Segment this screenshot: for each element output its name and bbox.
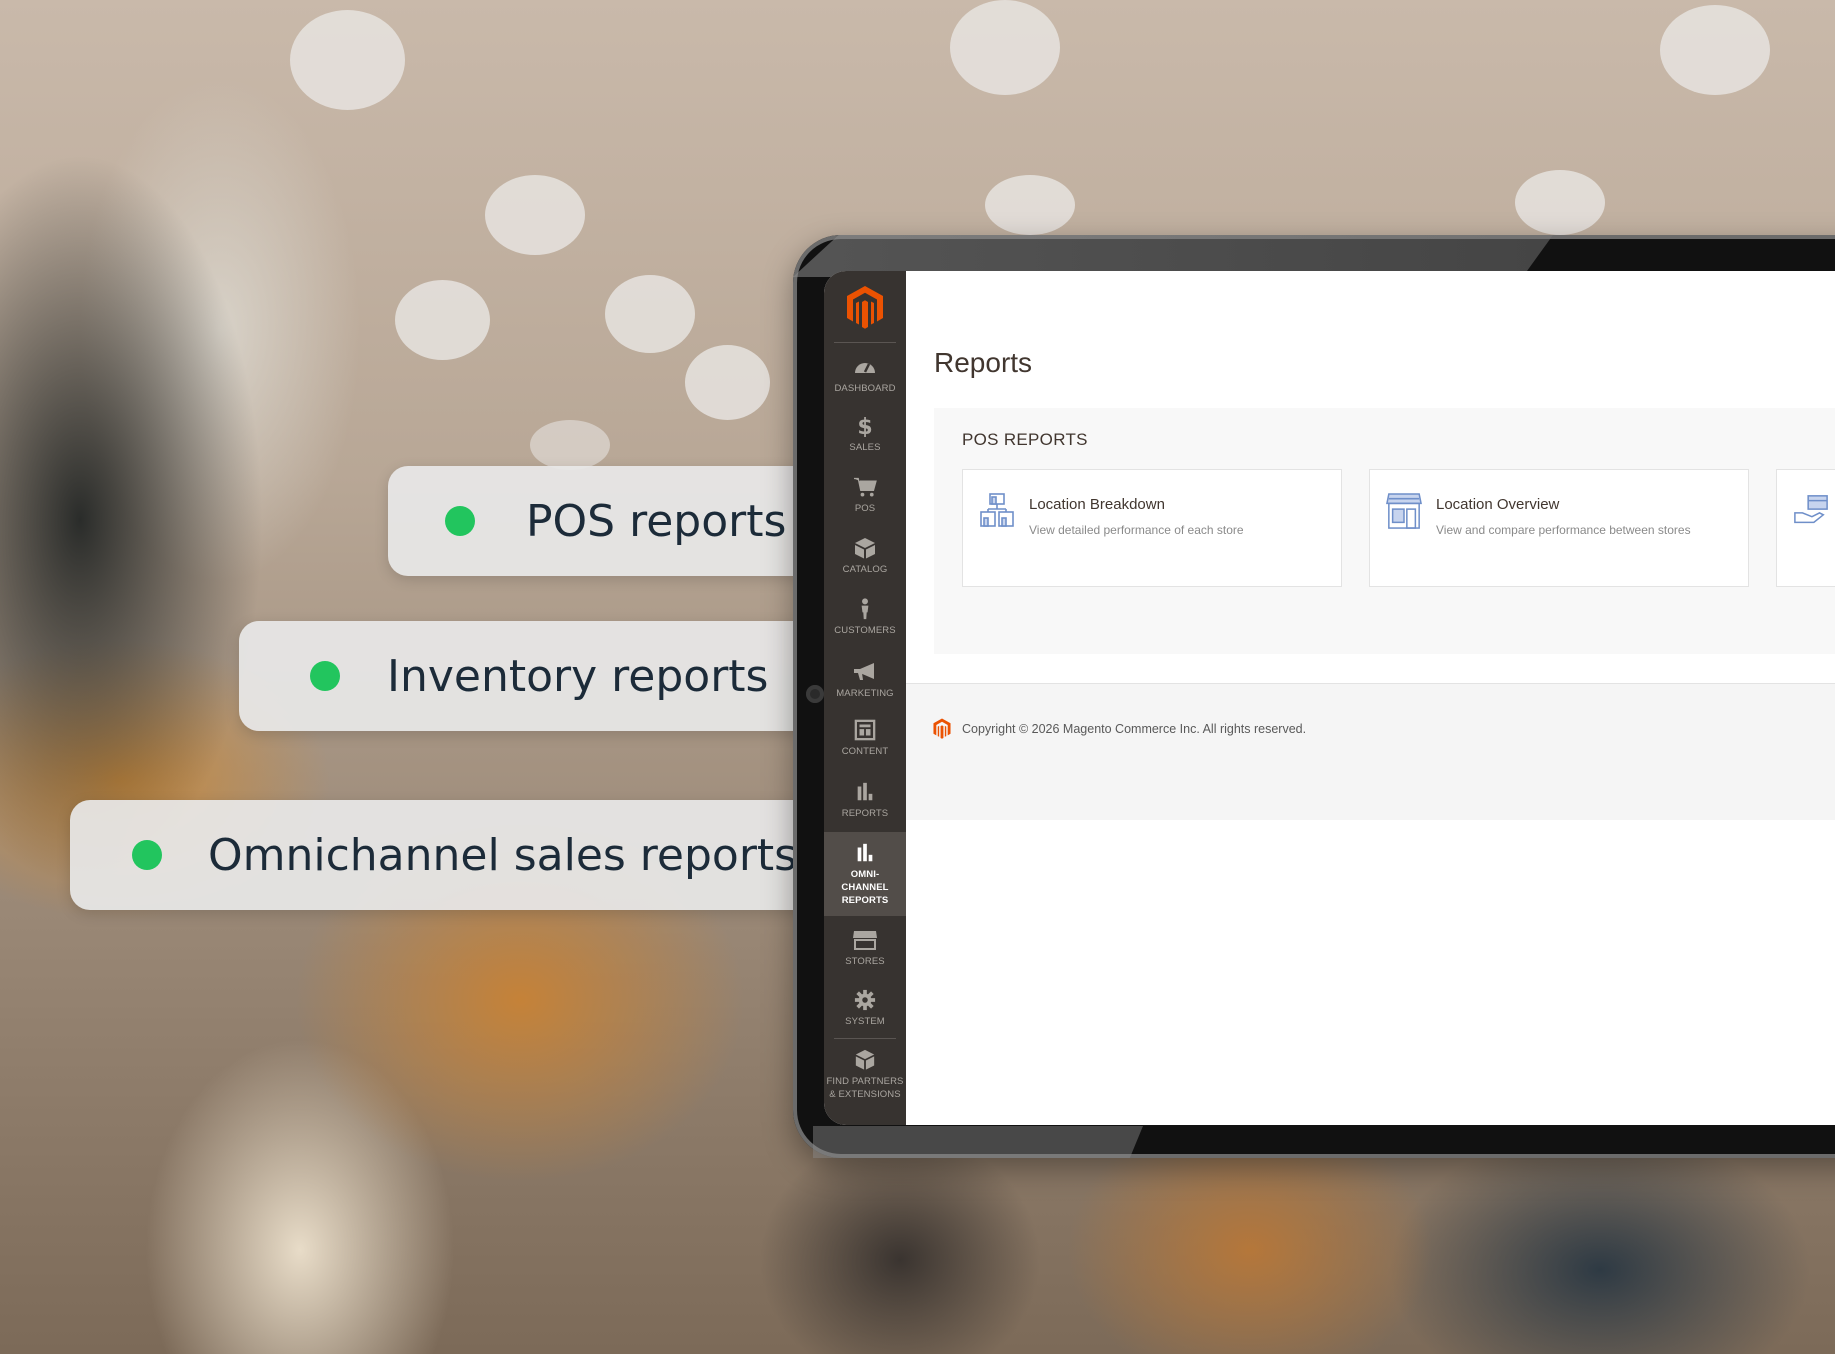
bokeh-light: [530, 420, 610, 470]
sidebar-item-content[interactable]: CONTENT: [824, 719, 906, 777]
sidebar-item-find-partners[interactable]: FIND PARTNERS & EXTENSIONS: [824, 1049, 906, 1121]
sidebar-item-label: CUSTOMERS: [834, 625, 896, 636]
person-icon: [861, 598, 869, 620]
bokeh-light: [605, 275, 695, 353]
tablet-camera-icon: [806, 685, 824, 703]
bokeh-light: [1515, 170, 1605, 235]
page-title: Reports: [934, 347, 1033, 378]
sidebar-divider: [834, 1038, 896, 1039]
sidebar-item-label: OMNI- CHANNEL REPORTS: [841, 869, 889, 906]
sidebar-item-dashboard[interactable]: DASHBOARD: [824, 356, 906, 411]
cart-icon: [854, 477, 877, 497]
layout-icon: [854, 719, 876, 741]
card-subtitle: View and compare performance between sto…: [1436, 523, 1691, 537]
feature-pill-omnichannel-sales-reports: Omnichannel sales reports: [70, 800, 810, 910]
sidebar-item-label: SALES: [849, 442, 881, 453]
feature-pill-pos-reports: POS reports: [388, 466, 808, 576]
admin-sidebar: DASHBOARD $ SALES POS CATALOG CUSTOMERS …: [824, 271, 906, 1125]
gauge-icon: [855, 363, 875, 373]
sidebar-item-label: MARKETING: [836, 688, 894, 699]
sidebar-divider: [834, 342, 896, 343]
dollar-icon: $: [857, 415, 872, 437]
store-front-icon: [1386, 493, 1422, 529]
report-card-payments[interactable]: [1776, 469, 1835, 587]
sidebar-item-stores[interactable]: STORES: [824, 929, 906, 984]
sidebar-item-omnichannel-reports[interactable]: OMNI- CHANNEL REPORTS: [824, 832, 906, 916]
svg-text:$: $: [857, 415, 872, 437]
pos-reports-panel: POS REPORTS Location Breakdown View deta…: [934, 408, 1835, 654]
storefront-icon: [853, 931, 877, 950]
stores-icon: [980, 493, 1014, 527]
gear-icon: [854, 989, 876, 1011]
feature-pill-inventory-reports: Inventory reports: [239, 621, 809, 731]
report-card-location-overview[interactable]: Location Overview View and compare perfo…: [1369, 469, 1749, 587]
sidebar-item-reports[interactable]: REPORTS: [824, 781, 906, 839]
bar-chart-icon: [857, 782, 873, 801]
bokeh-light: [985, 175, 1075, 235]
admin-screen: DASHBOARD $ SALES POS CATALOG CUSTOMERS …: [824, 271, 1835, 1125]
magento-logo-icon: [933, 718, 951, 739]
admin-footer: Copyright © 2026 Magento Commerce Inc. A…: [906, 683, 1835, 820]
megaphone-icon: [854, 663, 874, 680]
sidebar-item-label: SYSTEM: [845, 1016, 885, 1027]
bokeh-light: [950, 0, 1060, 95]
bokeh-light: [290, 10, 405, 110]
card-title: Location Breakdown: [1029, 496, 1165, 513]
sidebar-item-label: STORES: [845, 956, 885, 967]
report-card-location-breakdown[interactable]: Location Breakdown View detailed perform…: [962, 469, 1342, 587]
bokeh-light: [485, 175, 585, 255]
bokeh-light: [685, 345, 770, 420]
box-icon: [855, 538, 875, 559]
sidebar-item-label: REPORTS: [841, 808, 889, 819]
bokeh-light: [1660, 5, 1770, 95]
payment-hand-icon: [1794, 495, 1828, 524]
sidebar-item-label: POS: [854, 503, 876, 514]
feature-label: POS reports: [526, 495, 787, 547]
screen-glare: [813, 1126, 1143, 1158]
feature-label: Omnichannel sales reports: [208, 829, 798, 881]
main-content: Reports POS REPORTS Location Breakdown V…: [906, 271, 1835, 1125]
card-title: Location Overview: [1436, 496, 1560, 513]
sidebar-item-marketing[interactable]: MARKETING: [824, 661, 906, 716]
sidebar-item-system[interactable]: SYSTEM: [824, 989, 906, 1044]
section-title: POS REPORTS: [962, 430, 1088, 449]
sidebar-item-label: CATALOG: [842, 564, 888, 575]
copyright-text: Copyright © 2026 Magento Commerce Inc. A…: [962, 722, 1307, 736]
sidebar-item-pos[interactable]: POS: [824, 476, 906, 536]
bokeh-light: [395, 280, 490, 360]
sidebar-item-label: DASHBOARD: [834, 383, 896, 394]
green-dot-icon: [310, 661, 340, 691]
feature-label: Inventory reports: [387, 650, 769, 702]
sidebar-item-catalog[interactable]: CATALOG: [824, 537, 906, 592]
green-dot-icon: [445, 506, 475, 536]
magento-logo-icon[interactable]: [846, 285, 884, 329]
green-dot-icon: [132, 840, 162, 870]
card-subtitle: View detailed performance of each store: [1029, 523, 1244, 537]
sidebar-item-label: CONTENT: [841, 746, 889, 757]
bar-chart-icon: [857, 843, 873, 862]
sidebar-item-label: FIND PARTNERS & EXTENSIONS: [826, 1076, 904, 1100]
sidebar-item-customers[interactable]: CUSTOMERS: [824, 598, 906, 653]
cube-icon: [855, 1049, 875, 1070]
sidebar-item-sales[interactable]: $ SALES: [824, 415, 906, 470]
